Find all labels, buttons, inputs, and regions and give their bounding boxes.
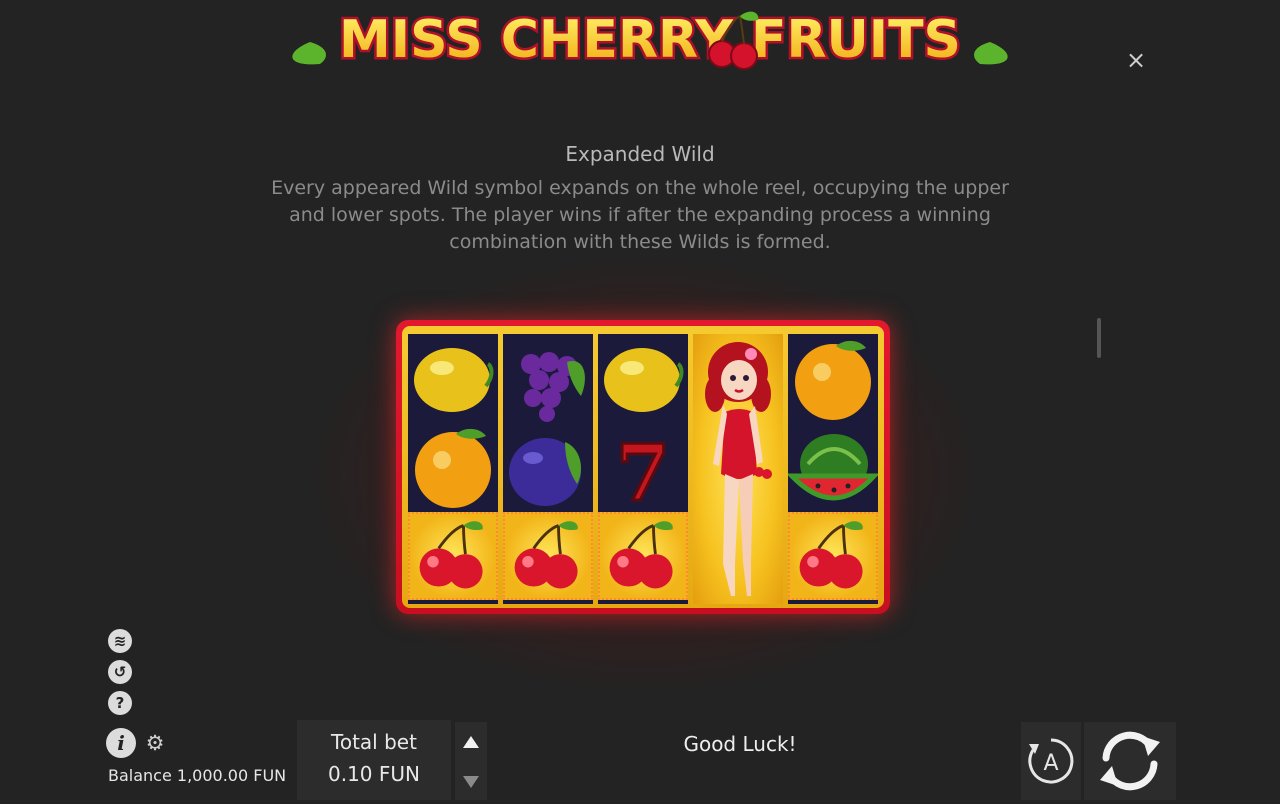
reels-frame: 7 (396, 320, 890, 614)
orange-icon (408, 424, 498, 512)
grapes-icon (503, 336, 593, 424)
turbo-icon[interactable]: ≋ (108, 629, 132, 653)
expanded-wild-reel (693, 334, 783, 604)
bet-stepper (455, 722, 487, 800)
wild-lady-icon (705, 342, 772, 596)
cherry-icon (598, 512, 688, 600)
spin-button[interactable] (1084, 722, 1176, 800)
lemon-icon (408, 336, 498, 424)
help-icon[interactable]: ? (108, 691, 132, 715)
total-bet-value: 0.10 FUN (328, 762, 420, 786)
lemon-icon (598, 336, 688, 424)
game-logo: MISS CHERRY FRUITS (280, 2, 1020, 78)
orange-icon (788, 336, 878, 424)
increase-bet-icon[interactable] (463, 736, 479, 748)
info-icon[interactable]: i (106, 728, 136, 758)
scrollbar[interactable] (1097, 318, 1101, 358)
cherry-icon (408, 512, 498, 600)
decrease-bet-icon[interactable] (463, 776, 479, 788)
reels-background: 7 (402, 326, 884, 608)
reel-1 (408, 334, 498, 604)
reel-3: 7 (598, 334, 688, 604)
balance-text: Balance 1,000.00 FUN (108, 766, 287, 785)
total-bet-label: Total bet (331, 730, 417, 754)
autoplay-button[interactable]: A (1021, 722, 1081, 800)
settings-gear-icon[interactable]: ⚙ (144, 732, 166, 754)
seven-label: 7 (616, 428, 670, 512)
history-icon[interactable]: ↺ (108, 660, 132, 684)
autoplay-label: A (1043, 751, 1058, 776)
reel-2 (503, 334, 593, 604)
reel-5 (786, 334, 880, 604)
watermelon-icon (786, 424, 880, 512)
cherry-icon (503, 512, 593, 600)
close-icon[interactable]: × (1122, 46, 1150, 74)
total-bet-panel: Total bet 0.10 FUN (297, 720, 451, 800)
section-description: Every appeared Wild symbol expands on th… (271, 177, 1009, 253)
logo-text: MISS CHERRY FRUITS (339, 10, 961, 70)
status-message: Good Luck! (683, 732, 797, 756)
section-title: Expanded Wild (565, 142, 715, 166)
spin-icon (1100, 731, 1160, 791)
cherry-icon (788, 512, 878, 600)
seven-icon: 7 (598, 424, 688, 521)
plum-icon (503, 424, 593, 512)
